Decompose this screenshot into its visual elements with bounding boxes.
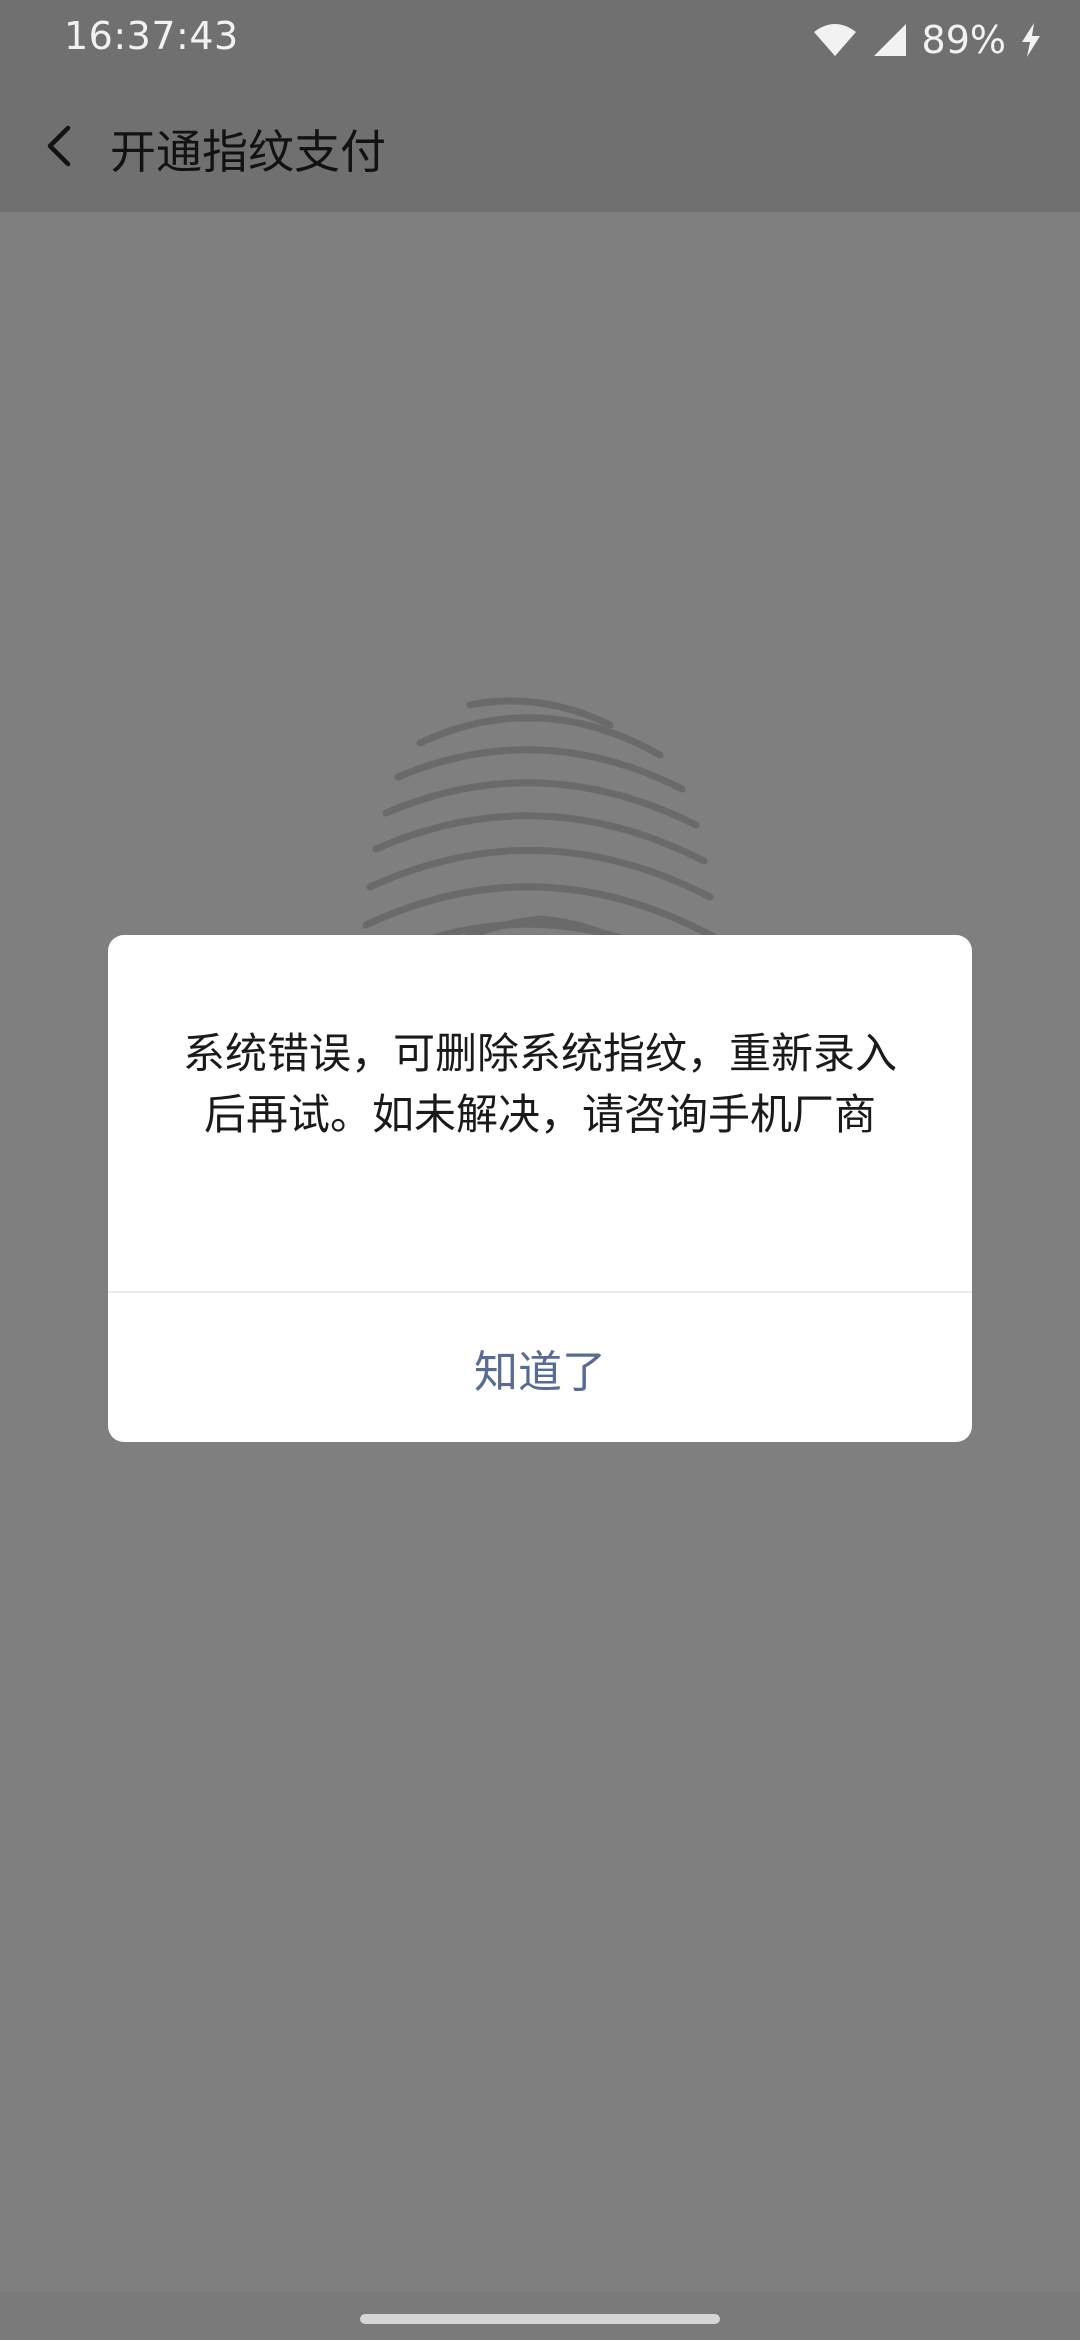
- battery-percent: 89%: [921, 18, 1006, 62]
- home-indicator[interactable]: [360, 2314, 720, 2324]
- page-title: 开通指纹支付: [110, 125, 386, 179]
- dialog-confirm-button[interactable]: 知道了: [108, 1293, 972, 1442]
- nav-bar: 开通指纹支付: [0, 80, 1080, 212]
- signal-icon: [873, 24, 906, 56]
- status-bar: 16:37:43 89%: [0, 0, 1080, 80]
- status-time: 16:37:43: [64, 14, 239, 58]
- charging-icon: [1022, 23, 1040, 57]
- error-dialog: 系统错误，可删除系统指纹，重新录入后再试。如未解决，请咨询手机厂商 知道了: [108, 935, 972, 1442]
- bottom-nav-bar: [0, 2292, 1080, 2340]
- dialog-message: 系统错误，可删除系统指纹，重新录入后再试。如未解决，请咨询手机厂商: [182, 1029, 897, 1139]
- back-arrow-icon[interactable]: [36, 120, 88, 172]
- status-icons: 89%: [812, 16, 1042, 64]
- wifi-icon: [813, 24, 856, 56]
